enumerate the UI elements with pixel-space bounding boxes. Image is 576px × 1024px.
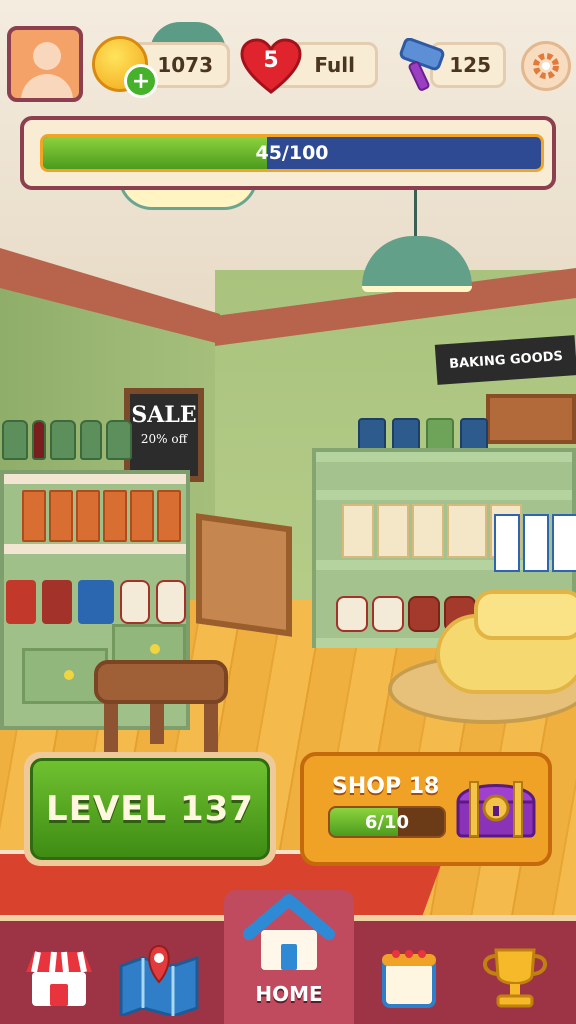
nav-calendar-tab[interactable]	[354, 927, 464, 1024]
stool-leg	[104, 700, 118, 756]
store-icon	[26, 950, 92, 1006]
avatar-body-icon	[21, 74, 73, 98]
stool-leg	[204, 700, 218, 756]
wooden-bin	[486, 394, 576, 444]
lives-status: Full	[314, 53, 355, 77]
shop-button[interactable]: SHOP 18 6/10	[300, 752, 552, 866]
calendar-icon	[382, 949, 436, 1008]
add-coins-button[interactable]: +	[124, 64, 158, 98]
nav-map-tab[interactable]	[104, 927, 214, 1024]
profile-avatar[interactable]	[7, 26, 83, 102]
pasta-boxes	[22, 490, 181, 542]
sale-chalkboard: SALE 20% off	[124, 388, 204, 482]
star-progress-bar: 45/100	[40, 134, 544, 172]
hammer-icon	[399, 38, 445, 91]
shop-progress-bar: 6/10	[328, 806, 446, 838]
nav-shop-tab[interactable]	[4, 927, 114, 1024]
avatar-head-icon	[33, 42, 61, 70]
chalkboard-discount-text: 20% off	[140, 432, 188, 446]
stool-leg	[150, 704, 164, 744]
wooden-crate	[196, 513, 292, 637]
home-icon	[243, 894, 335, 970]
nav-home-label: HOME	[255, 982, 323, 1006]
cheese-wedge	[474, 590, 576, 640]
treasure-chest-icon	[456, 781, 536, 838]
gear-icon	[533, 53, 559, 79]
milk-cartons	[494, 514, 576, 572]
nav-leaderboard-tab[interactable]	[460, 927, 570, 1024]
play-level-button[interactable]: LEVEL 137	[24, 752, 276, 866]
chalkboard-sale-text: SALE	[131, 402, 197, 428]
shop-progress-label: 6/10	[364, 811, 410, 833]
lamp-cord	[414, 190, 417, 240]
left-shelf-cans	[6, 580, 186, 624]
coin-count: 1073	[157, 53, 213, 77]
trophy-icon	[483, 948, 547, 1007]
star-progress-panel: 45/100	[20, 116, 556, 190]
level-label: LEVEL 137	[30, 758, 270, 860]
progress-label: 45/100	[255, 142, 329, 164]
top-left-jars	[2, 420, 132, 460]
wooden-stool	[94, 660, 228, 704]
lives-count: 5	[263, 48, 279, 73]
settings-gear-icon[interactable]	[521, 41, 571, 91]
shop-title: SHOP 18	[332, 774, 440, 799]
map-icon	[119, 944, 199, 1016]
top-hud: 1073 + Full 5 125	[0, 0, 576, 110]
